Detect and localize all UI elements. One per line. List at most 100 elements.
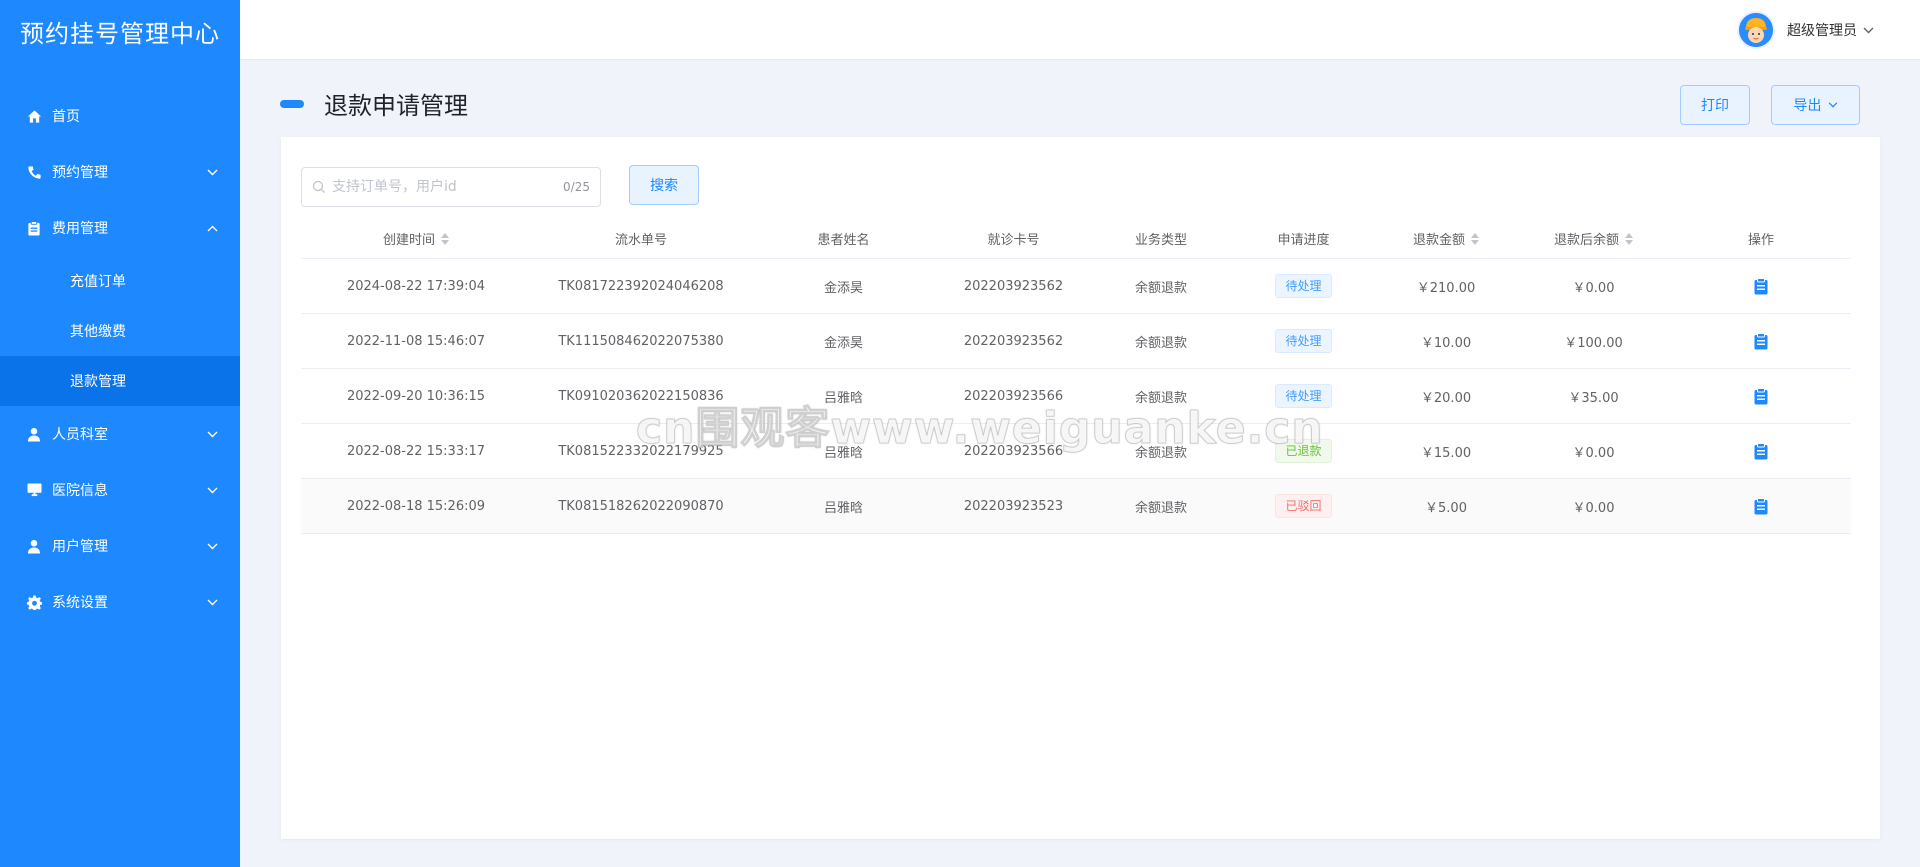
status-badge: 已退款: [1275, 439, 1332, 463]
status-badge: 已驳回: [1275, 494, 1332, 518]
print-button[interactable]: 打印: [1680, 85, 1750, 125]
cell-status: 待处理: [1231, 329, 1376, 353]
cell-patient: 吕雅晗: [823, 500, 863, 516]
cell-actions: [1671, 277, 1851, 295]
cell-card: 202203923562: [963, 333, 1064, 349]
cell-created: 2022-08-18 15:26:09: [346, 498, 486, 514]
column-header-status: 申请进度: [1277, 233, 1330, 248]
chevron-down-icon: [207, 539, 218, 553]
column-header-actions: 操作: [1747, 233, 1774, 248]
cell-serial: TK081722392024046208: [558, 278, 724, 294]
avatar: [1737, 11, 1775, 49]
phone-icon: [26, 164, 42, 180]
column-header-label: 创建时间: [382, 233, 435, 248]
sidebar-menu: 首页 预约管理 费用管理 充值订单 其他缴费 退款管理 人员科室 医院信息 用户…: [0, 88, 240, 630]
table-row: 2022-11-08 15:46:07 TK111508462022075380…: [301, 314, 1851, 369]
sidebar-item-label: 人员科室: [52, 427, 108, 443]
search-button[interactable]: 搜索: [629, 165, 699, 205]
chevron-down-icon: [1828, 102, 1838, 108]
cell-amount: ￥20.00: [1420, 390, 1472, 406]
sidebar-subitem-refund-management[interactable]: 退款管理: [0, 356, 240, 406]
search-box: 0/25: [301, 167, 601, 207]
sidebar: 预约挂号管理中心 首页 预约管理 费用管理 充值订单 其他缴费 退款管理 人员科…: [0, 0, 240, 867]
cell-serial: TK081518262022090870: [558, 498, 724, 514]
person-icon: [26, 426, 42, 442]
clipboard-icon[interactable]: [1754, 277, 1768, 295]
cell-card: 202203923523: [963, 498, 1064, 514]
cell-type: 余额退款: [1134, 500, 1187, 516]
user-name: 超级管理员: [1787, 23, 1857, 39]
sort-icon[interactable]: [1625, 232, 1633, 245]
cell-created: 2024-08-22 17:39:04: [346, 278, 486, 294]
export-button-label: 导出: [1793, 98, 1822, 114]
sidebar-item-label: 首页: [52, 109, 80, 125]
chevron-down-icon: [207, 595, 218, 609]
cell-type: 余额退款: [1134, 390, 1187, 406]
user-menu[interactable]: 超级管理员: [1737, 10, 1874, 50]
sidebar-item-hospital-info[interactable]: 医院信息: [0, 462, 240, 518]
cell-amount: ￥15.00: [1420, 445, 1472, 461]
clipboard-icon[interactable]: [1754, 332, 1768, 350]
search-icon: [312, 180, 326, 194]
person-icon: [26, 538, 42, 554]
sidebar-subitem-recharge-orders[interactable]: 充值订单: [0, 256, 240, 306]
refund-table: 创建时间 流水单号 患者姓名 就诊卡号 业务类型 申请进度 退款金额 退款后余额…: [301, 219, 1851, 534]
sidebar-item-user-management[interactable]: 用户管理: [0, 518, 240, 574]
status-badge: 待处理: [1275, 329, 1332, 353]
chevron-down-icon: [207, 483, 218, 497]
column-header-created-time[interactable]: 创建时间: [301, 229, 531, 248]
sidebar-item-label: 费用管理: [52, 221, 108, 237]
search-input[interactable]: [332, 179, 564, 195]
table-row: 2022-09-20 10:36:15 TK091020362022150836…: [301, 369, 1851, 424]
cell-actions: [1671, 332, 1851, 350]
sidebar-item-fees[interactable]: 费用管理: [0, 200, 240, 256]
cell-serial: TK081522332022179925: [558, 443, 724, 459]
cell-actions: [1671, 497, 1851, 515]
status-badge: 待处理: [1275, 384, 1332, 408]
cell-status: 已驳回: [1231, 494, 1376, 518]
cell-amount: ￥10.00: [1420, 335, 1472, 351]
cell-patient: 金添昊: [823, 280, 863, 296]
clipboard-icon[interactable]: [1754, 387, 1768, 405]
cell-status: 待处理: [1231, 274, 1376, 298]
sidebar-item-staff-departments[interactable]: 人员科室: [0, 406, 240, 462]
column-header-label: 退款金额: [1412, 233, 1465, 248]
cell-created: 2022-09-20 10:36:15: [346, 388, 486, 404]
cell-balance: ￥35.00: [1568, 390, 1619, 406]
status-badge: 待处理: [1275, 274, 1332, 298]
cell-balance: ￥0.00: [1572, 280, 1615, 296]
column-header-refund-amount[interactable]: 退款金额: [1376, 229, 1516, 248]
clipboard-icon[interactable]: [1754, 442, 1768, 460]
cell-created: 2022-11-08 15:46:07: [346, 333, 486, 349]
chevron-down-icon: [207, 165, 218, 179]
column-header-patient: 患者姓名: [817, 233, 870, 248]
title-accent-bar: [280, 99, 304, 108]
cell-serial: TK111508462022075380: [558, 333, 724, 349]
page-title: 退款申请管理: [324, 92, 468, 120]
cell-type: 余额退款: [1134, 280, 1187, 296]
cell-actions: [1671, 387, 1851, 405]
column-header-serial: 流水单号: [614, 233, 667, 248]
app-brand: 预约挂号管理中心: [20, 19, 220, 48]
table-header-row: 创建时间 流水单号 患者姓名 就诊卡号 业务类型 申请进度 退款金额 退款后余额…: [301, 219, 1851, 259]
cell-balance: ￥0.00: [1572, 445, 1615, 461]
column-header-balance-after[interactable]: 退款后余额: [1516, 229, 1671, 248]
cell-balance: ￥0.00: [1572, 500, 1615, 516]
cell-serial: TK091020362022150836: [558, 388, 724, 404]
sort-icon[interactable]: [441, 232, 449, 245]
cell-actions: [1671, 442, 1851, 460]
export-button[interactable]: 导出: [1771, 85, 1860, 125]
cell-patient: 金添昊: [823, 335, 863, 351]
sidebar-subitem-other-payments[interactable]: 其他缴费: [0, 306, 240, 356]
cell-card: 202203923566: [963, 388, 1064, 404]
sidebar-item-home[interactable]: 首页: [0, 88, 240, 144]
sort-icon[interactable]: [1471, 232, 1479, 245]
cell-card: 202203923562: [963, 278, 1064, 294]
clipboard-icon[interactable]: [1754, 497, 1768, 515]
cell-amount: ￥210.00: [1416, 280, 1476, 296]
top-header: 超级管理员: [240, 0, 1920, 60]
sidebar-item-label: 用户管理: [52, 539, 108, 555]
sidebar-item-system-settings[interactable]: 系统设置: [0, 574, 240, 630]
sidebar-item-appointment[interactable]: 预约管理: [0, 144, 240, 200]
table-row: 2022-08-18 15:26:09 TK081518262022090870…: [301, 479, 1851, 534]
